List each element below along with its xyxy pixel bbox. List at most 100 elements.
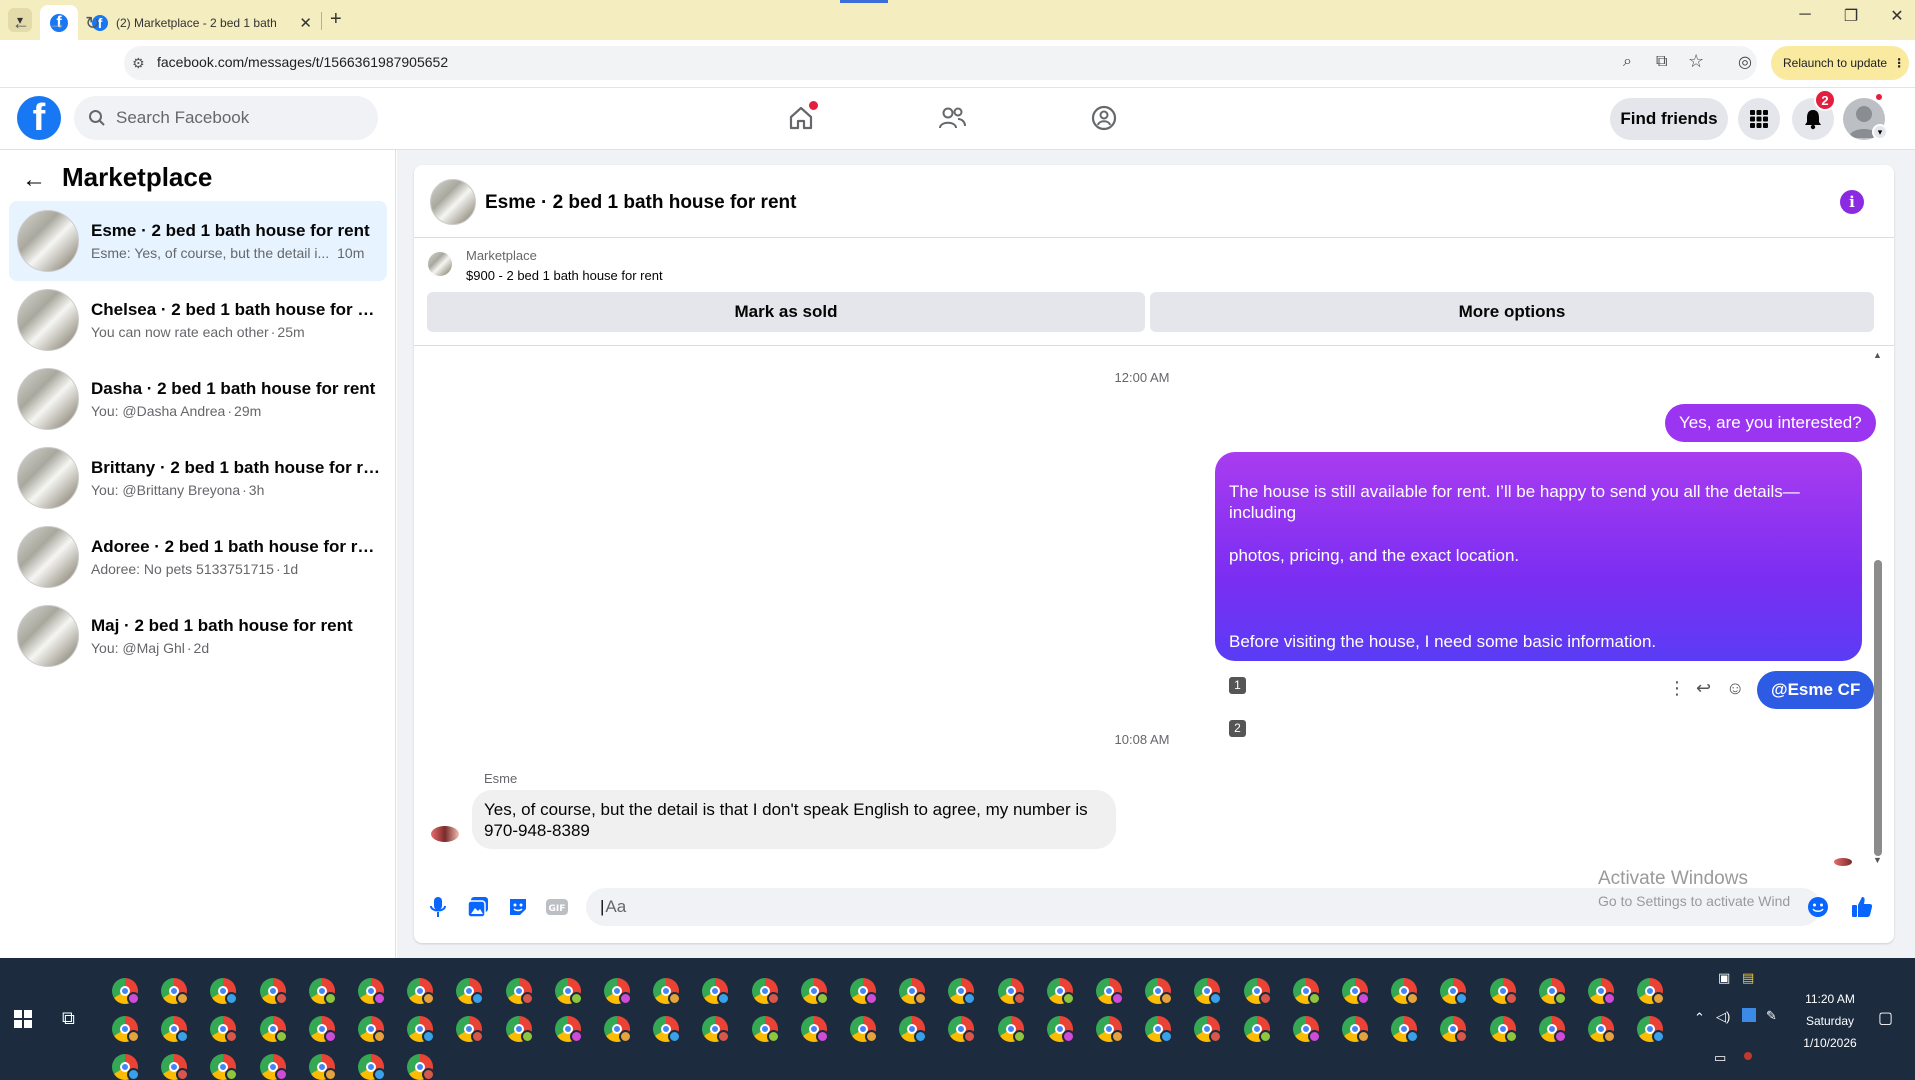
chrome-taskbar-icon[interactable] — [210, 978, 239, 1005]
chrome-taskbar-icon[interactable] — [161, 978, 190, 1005]
chrome-taskbar-icon[interactable] — [259, 978, 288, 1005]
relaunch-button[interactable]: Relaunch to update ⋮ — [1771, 46, 1909, 80]
chrome-taskbar-icon[interactable] — [259, 1054, 288, 1080]
emoji-button[interactable] — [1806, 895, 1830, 919]
home-nav-button[interactable] — [781, 100, 821, 136]
attach-photo-button[interactable] — [466, 895, 490, 919]
chrome-taskbar-icon[interactable] — [308, 1054, 337, 1080]
chrome-taskbar-icon[interactable] — [1538, 978, 1567, 1005]
search-input[interactable]: Search Facebook — [74, 96, 378, 140]
pen-icon[interactable]: ✎ — [1766, 1008, 1777, 1024]
chrome-taskbar-icon[interactable] — [1243, 1016, 1272, 1043]
conversation-item[interactable]: Brittany · 2 bed 1 bath house for re... … — [9, 438, 387, 518]
chrome-taskbar-icon[interactable] — [407, 1054, 436, 1080]
react-emoji-icon[interactable]: ☺ — [1726, 678, 1744, 699]
chrome-taskbar-icon[interactable] — [358, 1054, 386, 1080]
chrome-taskbar-icon[interactable] — [308, 1016, 337, 1043]
chrome-taskbar-icon[interactable] — [1440, 1016, 1469, 1043]
conversation-item[interactable]: Adoree · 2 bed 1 bath house for rent Ado… — [9, 517, 387, 597]
scrollbar-thumb[interactable] — [1874, 560, 1882, 856]
chrome-taskbar-icon[interactable] — [505, 1016, 534, 1043]
chevron-down-icon[interactable]: ▾ — [1872, 124, 1888, 140]
chrome-taskbar-icon[interactable] — [997, 1016, 1026, 1043]
scroll-up-icon[interactable]: ▲ — [1873, 350, 1882, 360]
chrome-taskbar-icon[interactable] — [112, 1016, 140, 1043]
chrome-taskbar-icon[interactable] — [1342, 978, 1370, 1005]
groups-nav-button[interactable] — [1084, 100, 1124, 136]
back-arrow-icon[interactable]: ← — [22, 166, 46, 194]
gif-button[interactable]: GIF — [545, 895, 569, 919]
chrome-taskbar-icon[interactable] — [702, 1016, 731, 1043]
clock[interactable]: 11:20 AM Saturday 1/10/2026 — [1780, 988, 1880, 1054]
bookmark-star-icon[interactable]: ☆ — [1688, 51, 1704, 72]
forward-button[interactable]: → — [48, 13, 66, 34]
chrome-taskbar-icon[interactable] — [554, 1016, 583, 1043]
chrome-taskbar-icon[interactable] — [948, 978, 977, 1005]
chrome-taskbar-icon[interactable] — [1489, 1016, 1518, 1043]
info-icon[interactable]: i — [1840, 190, 1864, 214]
chrome-taskbar-icon[interactable] — [1538, 1016, 1567, 1043]
chrome-taskbar-icon[interactable] — [1440, 978, 1469, 1005]
chrome-taskbar-icon[interactable] — [210, 1016, 239, 1043]
chrome-taskbar-icon[interactable] — [407, 1016, 436, 1043]
volume-icon[interactable]: ◁) — [1716, 1009, 1730, 1025]
more-actions-icon[interactable]: ⋮ — [1668, 678, 1686, 699]
chrome-taskbar-icon[interactable] — [1046, 1016, 1075, 1043]
chrome-taskbar-icon[interactable] — [899, 1016, 928, 1043]
reload-button[interactable]: ↻ — [85, 13, 100, 34]
chrome-taskbar-icon[interactable] — [1046, 978, 1075, 1005]
facebook-logo-icon[interactable]: f — [17, 96, 61, 140]
chrome-taskbar-icon[interactable] — [1588, 978, 1616, 1005]
conversation-item[interactable]: Maj · 2 bed 1 bath house for rent You: @… — [9, 596, 387, 676]
profile-icon[interactable]: ◎ — [1738, 52, 1752, 72]
chrome-taskbar-icon[interactable] — [948, 1016, 977, 1043]
conversation-item[interactable]: Esme · 2 bed 1 bath house for rent Esme:… — [9, 201, 387, 281]
chrome-taskbar-icon[interactable] — [1096, 1016, 1124, 1043]
chrome-taskbar-icon[interactable] — [1637, 978, 1666, 1005]
browser-tab-active[interactable]: f (2) Marketplace - 2 bed 1 bath house f… — [82, 5, 322, 40]
tray-icon[interactable]: ▤ — [1742, 970, 1754, 986]
voice-clip-button[interactable] — [426, 895, 450, 919]
chrome-taskbar-icon[interactable] — [407, 978, 436, 1005]
mention-bubble[interactable]: @Esme CF — [1757, 671, 1875, 709]
sender-avatar[interactable] — [431, 826, 459, 842]
tray-icon[interactable] — [1744, 1052, 1752, 1060]
chrome-taskbar-icon[interactable] — [1292, 1016, 1321, 1043]
scroll-down-icon[interactable]: ▼ — [1873, 855, 1882, 865]
chrome-taskbar-icon[interactable] — [653, 978, 682, 1005]
conversation-item[interactable]: Chelsea · 2 bed 1 bath house for re... Y… — [9, 280, 387, 360]
close-window-button[interactable]: ✕ — [1882, 6, 1912, 26]
chrome-taskbar-icon[interactable] — [308, 978, 337, 1005]
more-options-button[interactable]: More options — [1150, 292, 1874, 332]
chrome-taskbar-icon[interactable] — [456, 978, 485, 1005]
minimize-button[interactable]: ─ — [1790, 6, 1820, 24]
like-button[interactable] — [1850, 895, 1874, 919]
notification-center-icon[interactable]: ▢ — [1878, 1008, 1893, 1028]
chrome-taskbar-icon[interactable] — [800, 1016, 829, 1043]
chrome-taskbar-icon[interactable] — [1637, 1016, 1666, 1043]
chrome-taskbar-icon[interactable] — [1342, 1016, 1370, 1043]
chrome-taskbar-icon[interactable] — [1391, 978, 1420, 1005]
chrome-taskbar-icon[interactable] — [1391, 1016, 1420, 1043]
install-app-icon[interactable]: ⧉ — [1656, 53, 1667, 71]
network-icon[interactable] — [1742, 1008, 1756, 1022]
sticker-button[interactable] — [506, 895, 530, 919]
outgoing-message-bubble[interactable]: Yes, are you interested? — [1665, 404, 1876, 442]
restore-button[interactable]: ❐ — [1836, 6, 1866, 26]
chrome-taskbar-icon[interactable] — [456, 1016, 485, 1043]
chat-title[interactable]: Esme · 2 bed 1 bath house for rent — [485, 192, 796, 214]
tray-icon[interactable]: ▭ — [1714, 1050, 1726, 1066]
chrome-taskbar-icon[interactable] — [751, 978, 780, 1005]
chat-avatar[interactable] — [430, 179, 476, 225]
menu-button[interactable] — [1738, 98, 1780, 140]
chrome-taskbar-icon[interactable] — [604, 978, 632, 1005]
chrome-taskbar-icon[interactable] — [604, 1016, 632, 1043]
chrome-taskbar-icon[interactable] — [1194, 978, 1223, 1005]
chrome-taskbar-icon[interactable] — [702, 978, 731, 1005]
incoming-message-bubble[interactable]: Yes, of course, but the detail is that I… — [472, 790, 1116, 849]
chrome-taskbar-icon[interactable] — [358, 1016, 386, 1043]
chrome-taskbar-icon[interactable] — [210, 1054, 239, 1080]
site-info-icon[interactable]: ⚙ — [132, 55, 145, 72]
chrome-taskbar-icon[interactable] — [161, 1054, 190, 1080]
chrome-taskbar-icon[interactable] — [1096, 978, 1124, 1005]
